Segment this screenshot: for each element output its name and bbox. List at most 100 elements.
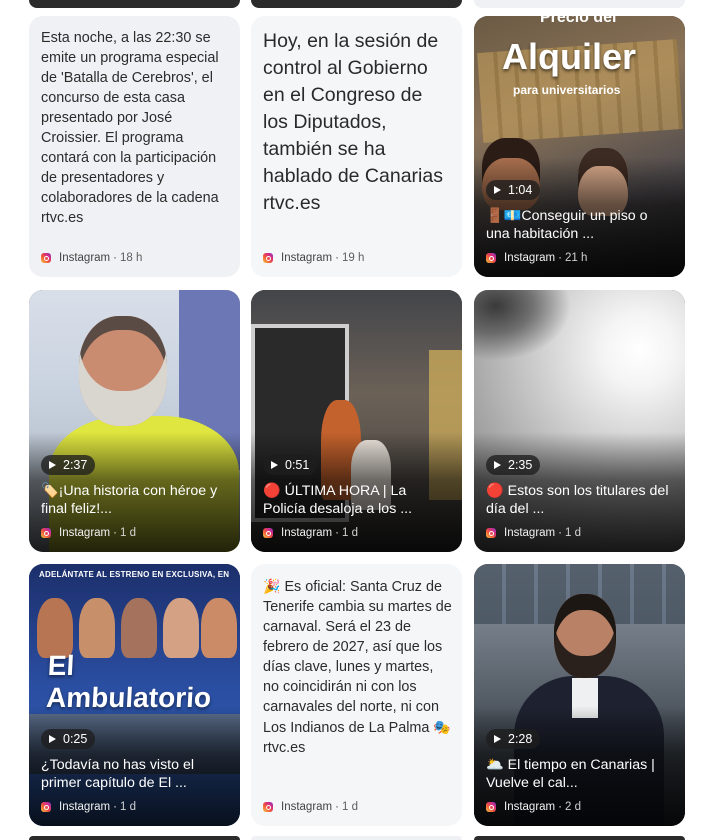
duration-badge: 0:51 (263, 455, 318, 475)
instagram-icon (486, 253, 496, 263)
source-name: Instagram (59, 801, 111, 813)
instagram-icon (486, 802, 496, 812)
masks-icon: 🎭 (433, 719, 451, 735)
card-source: Instagram · 1 d (41, 800, 136, 814)
video-card-alquiler[interactable]: Precio del Alquiler para universitarios … (474, 16, 685, 277)
instagram-icon (263, 528, 273, 538)
video-card-ultima-hora[interactable]: 0:51 🔴 ÚLTIMA HORA | La Policía desaloja… (251, 290, 462, 552)
next-card-edge[interactable] (29, 836, 240, 840)
play-icon (494, 186, 501, 194)
thumbnail-person (201, 598, 237, 658)
card-source: Instagram · 1 d (263, 526, 358, 540)
card-text: Esta noche, a las 22:30 se emite un prog… (41, 30, 219, 226)
video-caption: 🌥️ El tiempo en Canarias | Vuelve el cal… (486, 757, 655, 791)
thumbnail-person (79, 316, 167, 426)
thumbnail-banner: ADELÁNTATE AL ESTRENO EN EXCLUSIVA, EN (39, 570, 230, 579)
play-icon (494, 461, 501, 469)
thumbnail-show-title: El Ambulatorio (45, 650, 212, 713)
instagram-icon (41, 528, 51, 538)
card-source: Instagram · 2 d (486, 800, 581, 814)
previous-card-edge[interactable] (29, 0, 240, 8)
video-caption: 🔴 Estos son los titulares del día del ..… (486, 483, 669, 517)
video-caption: 🚪💶Conseguir un piso o una habitación ... (486, 208, 648, 242)
post-time: 19 h (341, 252, 365, 264)
post-time: 1 d (341, 801, 358, 813)
news-card-batalla-cerebros[interactable]: Esta noche, a las 22:30 se emite un prog… (29, 16, 240, 277)
next-card-edge[interactable] (474, 836, 685, 840)
duration-label: 0:51 (285, 458, 310, 472)
source-name: Instagram (281, 527, 333, 539)
video-caption: ¿Todavía no has visto el primer capítulo… (41, 757, 194, 791)
source-name: Instagram (59, 527, 111, 539)
previous-card-edge[interactable] (474, 0, 685, 8)
card-source: Instagram · 18 h (41, 251, 142, 265)
thumbnail-person (79, 598, 115, 658)
source-name: Instagram (59, 252, 111, 264)
card-source: Instagram · 1 d (263, 800, 358, 814)
thumbnail-text-top: Precio del (540, 16, 617, 26)
play-icon (271, 461, 278, 469)
card-source: Instagram · 1 d (41, 526, 136, 540)
thumbnail-person (554, 594, 616, 678)
duration-badge: 0:25 (41, 729, 96, 749)
news-feed-grid: Esta noche, a las 22:30 se emite un prog… (0, 0, 705, 840)
video-card-ambulatorio[interactable]: ADELÁNTATE AL ESTRENO EN EXCLUSIVA, EN E… (29, 564, 240, 826)
duration-label: 2:37 (63, 458, 88, 472)
post-time: 1 d (119, 801, 136, 813)
play-icon (49, 461, 56, 469)
thumbnail-person (163, 598, 199, 658)
duration-badge: 2:37 (41, 455, 96, 475)
duration-label: 1:04 (508, 183, 533, 197)
thumbnail-palm-leaves (474, 290, 584, 370)
thumbnail-person (37, 598, 73, 658)
instagram-icon (263, 253, 273, 263)
news-card-gobierno[interactable]: Hoy, en la sesión de control al Gobierno… (251, 16, 462, 277)
video-caption: 🔴 ÚLTIMA HORA | La Policía desaloja a lo… (263, 483, 413, 517)
card-source: Instagram · 21 h (486, 251, 587, 265)
instagram-icon (41, 253, 51, 263)
post-time: 1 d (564, 527, 581, 539)
video-card-titulares[interactable]: 2:35 🔴 Estos son los titulares del día d… (474, 290, 685, 552)
separator-dot: · (558, 252, 562, 264)
card-text: Hoy, en la sesión de control al Gobierno… (263, 30, 443, 214)
card-source: Instagram · 1 d (486, 526, 581, 540)
thumbnail-person (121, 598, 157, 658)
source-name: Instagram (504, 252, 556, 264)
duration-label: 2:35 (508, 458, 533, 472)
play-icon (49, 735, 56, 743)
previous-card-edge[interactable] (251, 0, 462, 8)
next-card-edge[interactable] (251, 836, 462, 840)
card-text: 🎉 Es oficial: Santa Cruz de Tenerife cam… (263, 576, 452, 758)
separator-dot: · (335, 527, 339, 539)
separator-dot: · (335, 252, 339, 264)
video-card-historia[interactable]: 2:37 🏷️¡Una historia con héroe y final f… (29, 290, 240, 552)
post-time: 21 h (564, 252, 588, 264)
separator-dot: · (113, 801, 117, 813)
separator-dot: · (558, 801, 562, 813)
post-time: 1 d (119, 527, 136, 539)
post-time: 2 d (564, 801, 581, 813)
separator-dot: · (113, 252, 117, 264)
separator-dot: · (335, 801, 339, 813)
card-text-link: rtvc.es (263, 740, 306, 756)
separator-dot: · (113, 527, 117, 539)
post-time: 1 d (341, 527, 358, 539)
card-source: Instagram · 19 h (263, 251, 364, 265)
party-icon: 🎉 (263, 578, 281, 594)
duration-badge: 2:28 (486, 729, 541, 749)
duration-badge: 2:35 (486, 455, 541, 475)
thumbnail-text-title: Alquiler (502, 36, 637, 77)
video-card-tiempo[interactable]: 2:28 🌥️ El tiempo en Canarias | Vuelve e… (474, 564, 685, 826)
source-name: Instagram (504, 527, 556, 539)
duration-badge: 1:04 (486, 180, 541, 200)
video-caption: 🏷️¡Una historia con héroe y final feliz!… (41, 483, 218, 517)
separator-dot: · (558, 527, 562, 539)
duration-label: 2:28 (508, 732, 533, 746)
instagram-icon (263, 802, 273, 812)
play-icon (494, 735, 501, 743)
source-name: Instagram (281, 252, 333, 264)
instagram-icon (486, 528, 496, 538)
news-card-carnaval[interactable]: 🎉 Es oficial: Santa Cruz de Tenerife cam… (251, 564, 462, 826)
post-time: 18 h (119, 252, 143, 264)
thumbnail-text-sub: para universitarios (513, 83, 621, 97)
